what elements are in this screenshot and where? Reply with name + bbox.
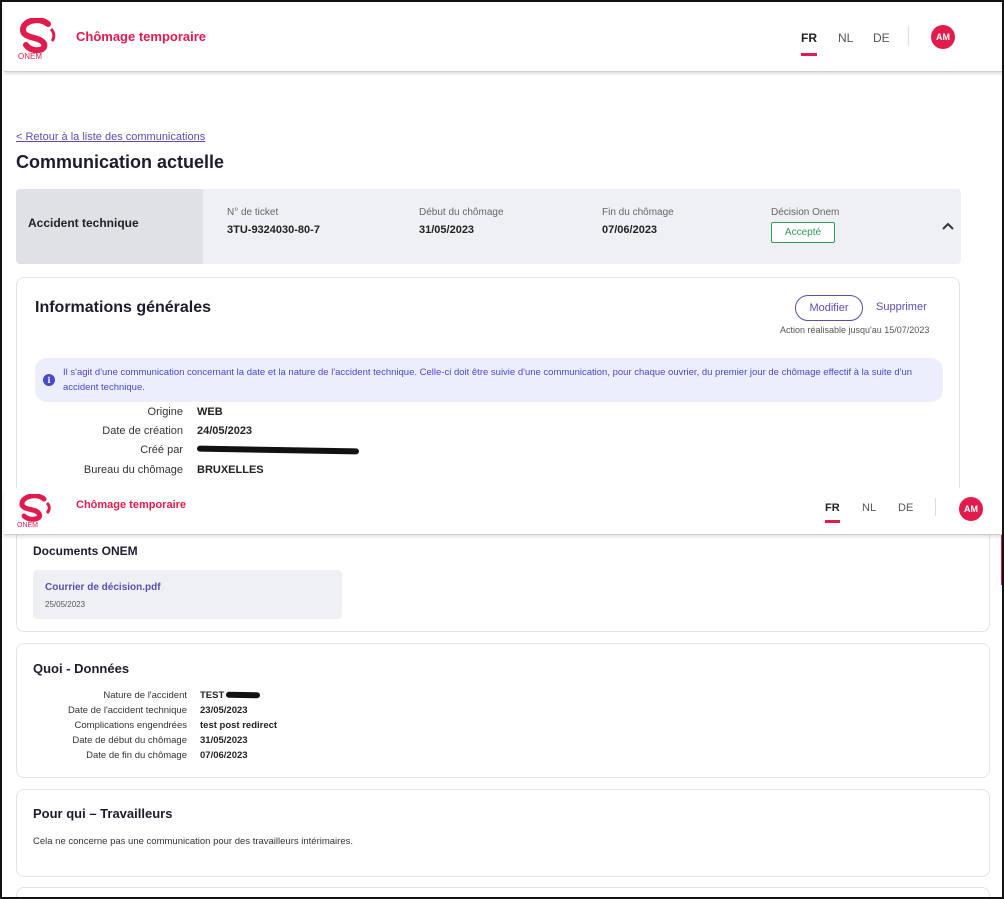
unemployment-end-label: Date de fin du chômage <box>86 750 187 761</box>
modify-button[interactable]: Modifier <box>795 295 863 321</box>
start-value: 31/05/2023 <box>419 224 475 236</box>
info-banner: i Il s'agit d'une communication concerna… <box>35 358 943 402</box>
avatar[interactable]: AM <box>959 497 983 521</box>
accident-date-label: Date de l'accident technique <box>67 705 187 716</box>
pour-qui-text: Cela ne concerne pas une communication p… <box>33 836 353 847</box>
documents-title: Documents ONEM <box>33 544 138 558</box>
office-value: BRUXELLES <box>197 464 264 476</box>
office-label: Bureau du chômage <box>83 464 183 476</box>
logo-text: ONEM <box>18 52 42 60</box>
accident-nature-label: Nature de l'accident <box>103 690 187 701</box>
decision-label: Décision Onem <box>771 207 840 218</box>
page-title: Communication actuelle <box>16 152 225 172</box>
unemployment-end-value: 07/06/2023 <box>200 750 248 761</box>
documents-card: Documents ONEM Courrier de décision.pdf … <box>16 535 990 632</box>
creation-date-label: Date de création <box>102 425 183 437</box>
redaction-mark <box>196 445 360 455</box>
avatar[interactable]: AM <box>931 25 955 49</box>
ticket-label: N° de ticket <box>227 207 279 218</box>
complications-label: Complications engendrées <box>74 720 187 731</box>
onem-logo[interactable]: ONEM <box>14 494 60 528</box>
action-deadline-note: Action réalisable jusqu'au 15/07/2023 <box>780 325 930 335</box>
document-date: 25/05/2023 <box>45 600 86 609</box>
app-title[interactable]: Chômage temporaire <box>76 29 206 44</box>
unemployment-start-value: 31/05/2023 <box>200 735 248 746</box>
app-title[interactable]: Chômage temporaire <box>76 499 186 511</box>
pour-qui-title: Pour qui – Travailleurs <box>33 806 173 821</box>
quoi-title: Quoi - Données <box>33 661 130 676</box>
end-label: Fin du chômage <box>602 207 674 218</box>
communication-type: Accident technique <box>16 189 203 264</box>
end-value: 07/06/2023 <box>602 224 658 236</box>
created-by-label: Créé par <box>140 444 183 456</box>
screenshot-frame: ONEM Chômage temporaire FR NL DE AM < Re… <box>0 0 1004 899</box>
delete-button[interactable]: Supprimer <box>876 301 927 313</box>
lang-de[interactable]: DE <box>873 31 890 45</box>
complications-value: test post redirect <box>200 720 278 731</box>
general-info-title: Informations générales <box>35 299 212 316</box>
next-card <box>16 887 990 897</box>
ticket-value: 3TU-9324030-80-7 <box>227 224 320 236</box>
onem-logo[interactable]: ONEM <box>16 18 62 60</box>
document-tile[interactable]: Courrier de décision.pdf 25/05/2023 <box>33 570 342 619</box>
lang-fr[interactable]: FR <box>825 502 840 523</box>
status-badge: Accepté <box>771 222 835 243</box>
lang-fr[interactable]: FR <box>801 31 817 56</box>
quoi-card: Quoi - Données Nature de l'accident TEST… <box>16 643 990 778</box>
general-info-card: Informations générales Modifier Supprime… <box>16 277 960 497</box>
lang-de[interactable]: DE <box>898 502 913 514</box>
creation-date-value: 24/05/2023 <box>197 425 253 437</box>
start-label: Début du chômage <box>419 207 504 218</box>
document-link[interactable]: Courrier de décision.pdf <box>45 582 161 593</box>
back-to-list-link[interactable]: < Retour à la liste des communications <box>16 131 205 143</box>
created-by-value <box>196 444 360 456</box>
origin-value: WEB <box>197 406 223 418</box>
info-banner-text: Il s'agit d'une communication concernant… <box>63 367 913 393</box>
origin-label: Origine <box>147 406 183 418</box>
top-header: ONEM Chômage temporaire FR NL DE AM <box>4 4 1002 72</box>
logo-text: ONEM <box>17 522 38 528</box>
unemployment-start-label: Date de début du chômage <box>72 735 187 746</box>
pour-qui-card: Pour qui – Travailleurs Cela ne concerne… <box>16 789 990 877</box>
top-header-scrolled: ONEM Chômage temporaire FR NL DE AM <box>4 488 1002 535</box>
communication-summary[interactable]: Accident technique N° de ticket 3TU-9324… <box>16 189 961 264</box>
lang-nl[interactable]: NL <box>862 502 876 514</box>
redaction-mark <box>226 692 261 699</box>
chevron-up-icon[interactable] <box>941 219 955 233</box>
accident-date-value: 23/05/2023 <box>200 705 248 716</box>
header-divider <box>935 498 936 516</box>
info-icon: i <box>43 374 55 386</box>
lang-nl[interactable]: NL <box>838 31 853 45</box>
header-divider <box>908 26 909 46</box>
accident-nature-value: TEST <box>200 690 261 701</box>
